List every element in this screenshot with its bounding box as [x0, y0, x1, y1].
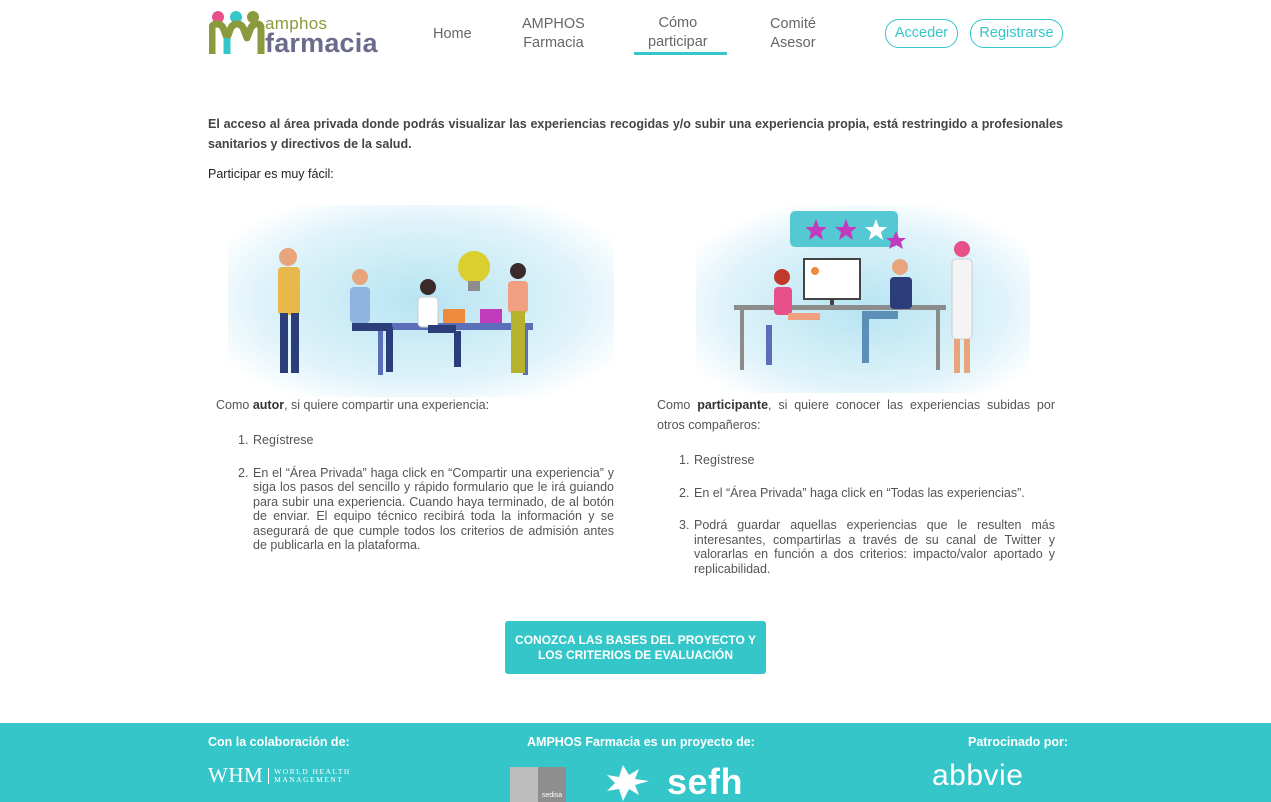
participant-step-3: Podrá guardar aquellas experiencias que …: [694, 518, 1055, 576]
author-step-2: En el “Área Privada” haga click en “Comp…: [253, 465, 614, 553]
author-team-illustration: [228, 205, 614, 397]
nav-comite-label-2: Asesor: [770, 35, 816, 51]
sefh-cross-icon: [607, 765, 649, 801]
participant-step-2: En el “Área Privada” haga click en “Toda…: [694, 485, 1025, 500]
abbvie-logo[interactable]: abbvie: [932, 759, 1023, 793]
participant-steps-list: 1. Regístrese 2. En el “Área Privada” haga…: [679, 453, 1055, 594]
author-step-1: Regístrese: [253, 433, 314, 447]
nav-home-label: Home: [433, 26, 472, 42]
participate-easy-text: Participar es muy fácil:: [208, 167, 334, 181]
amphos-farmacia-logo[interactable]: amphos farmacia: [209, 8, 377, 58]
nav-amphos-farmacia[interactable]: AMPHOS Farmacia: [522, 15, 585, 53]
nav-comite-asesor[interactable]: Comité Asesor: [770, 15, 816, 53]
logo-text-farmacia: farmacia: [265, 28, 378, 58]
author-role: autor: [252, 398, 285, 412]
nav-amphos-label-2: Farmacia: [523, 35, 584, 51]
sefh-logo-text: sefh: [667, 761, 744, 802]
author-suffix: , si quiere compartir una experiencia:: [284, 398, 490, 412]
project-title: AMPHOS Farmacia es un proyecto de:: [527, 735, 755, 749]
participant-prefix: Como: [657, 398, 698, 412]
active-nav-underline: [634, 52, 727, 55]
list-item: 1. Regístrese: [679, 453, 755, 467]
author-steps-list: 1. Regístrese 2. En el “Área Privada” haga…: [238, 433, 614, 571]
list-item: 2. En el “Área Privada” haga click en “To…: [679, 485, 1025, 500]
register-button[interactable]: Registrarse: [970, 19, 1063, 48]
sedisa-logo-text: sedisa: [541, 792, 563, 799]
whm-subtext-2: MANAGEMENT: [274, 774, 344, 784]
nav-home[interactable]: Home: [433, 25, 472, 44]
project-bases-button[interactable]: CONOZCA LAS BASES DEL PROYECTO Y LOS CRI…: [505, 621, 766, 674]
nav-como-label-2: participar: [648, 34, 708, 50]
list-item: 2. En el “Área Privada” haga click en “Co…: [238, 465, 614, 553]
nav-como-label-1: Cómo: [658, 15, 698, 31]
list-item: 3. Podrá guardar aquellas experiencias qu…: [679, 518, 1055, 576]
author-intro: Como autor, si quiere compartir una expe…: [216, 395, 616, 415]
whm-logo[interactable]: WHM WORLD HEALTH MANAGEMENT: [208, 763, 351, 788]
list-item: 1. Regístrese: [238, 433, 314, 447]
access-restriction-text: El acceso al área privada donde podrás v…: [208, 117, 1063, 151]
participant-rating-illustration: [696, 205, 1030, 393]
participant-step-1: Regístrese: [694, 453, 755, 467]
participant-role: participante: [697, 398, 769, 412]
nav-amphos-label-1: AMPHOS: [522, 16, 585, 32]
people-logo-icon: [209, 11, 265, 54]
sedisa-logo[interactable]: sedisa: [510, 767, 566, 802]
whm-logo-subtext: WORLD HEALTH MANAGEMENT: [268, 767, 351, 784]
participant-intro: Como participante, si quiere conocer las…: [657, 395, 1055, 435]
nav-como-participar[interactable]: Cómo participar: [648, 14, 708, 52]
sponsor-title: Patrocinado por:: [968, 735, 1069, 749]
site-header: amphos farmacia Home AMPHOS Farmacia Cóm…: [0, 0, 1271, 66]
login-button[interactable]: Acceder: [885, 19, 958, 48]
site-footer: Con la colaboración de: AMPHOS Farmacia …: [0, 723, 1271, 802]
author-prefix: Como: [216, 398, 253, 412]
hand-icon: [510, 767, 538, 802]
nav-comite-label-1: Comité: [770, 16, 816, 32]
sefh-logo[interactable]: sefh: [605, 761, 743, 802]
whm-logo-text: WHM: [208, 763, 264, 787]
collaboration-title: Con la colaboración de:: [208, 735, 350, 749]
